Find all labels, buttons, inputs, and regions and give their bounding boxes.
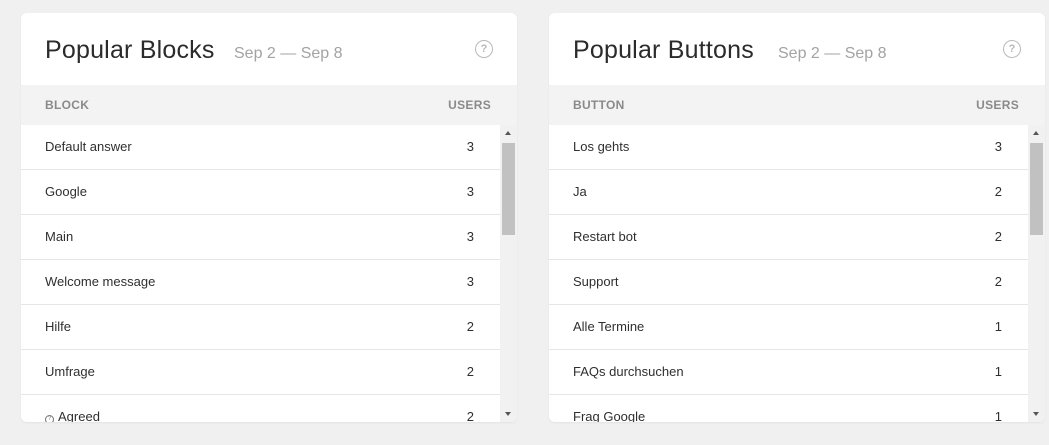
block-name: Default answer [45,139,132,154]
users-count: 1 [994,319,1002,334]
column-header-users[interactable]: USERS [976,98,1019,112]
block-name: Welcome message [45,274,156,289]
card-title: Popular Blocks [45,36,215,64]
users-count: 2 [994,184,1002,199]
button-name: Support [573,274,619,289]
card-header: Popular Buttons Sep 2 — Sep 8 ? [549,13,1045,85]
scroll-thumb[interactable] [502,143,515,235]
block-name: Umfrage [45,364,95,379]
block-name: Hilfe [45,319,72,334]
card-title: Popular Buttons [573,36,754,64]
help-icon[interactable]: ? [1003,40,1021,58]
users-count: 2 [466,319,474,334]
users-count: 3 [466,139,474,154]
date-range: Sep 2 — Sep 8 [234,45,343,62]
block-name: Main [45,229,74,244]
table-body: Default answer 3 Google 3 Main 3 Welcome… [21,125,500,422]
table-row[interactable]: Restart bot 2 [549,215,1028,260]
users-count: 2 [994,274,1002,289]
card-header: Popular Blocks Sep 2 — Sep 8 ? [21,13,517,85]
table-row[interactable]: Hilfe 2 [21,305,500,350]
table-header: BLOCK USERS [21,85,517,125]
users-count: 3 [994,139,1002,154]
button-name: FAQs durchsuchen [573,364,684,379]
button-name: Ja [573,184,587,199]
block-name: Google [45,184,87,199]
scroll-up-arrow-icon[interactable] [505,131,511,135]
scroll-thumb[interactable] [1030,143,1043,235]
scroll-down-arrow-icon[interactable] [505,412,511,416]
users-count: 2 [994,229,1002,244]
table-row[interactable]: Google 3 [21,170,500,215]
block-name: ? Agreed [45,409,100,422]
circle-question-icon: ? [45,415,54,422]
table-header: BUTTON USERS [549,85,1045,125]
help-icon[interactable]: ? [475,40,493,58]
users-count: 2 [466,364,474,379]
column-header-block[interactable]: BLOCK [45,98,89,112]
table-row[interactable]: Welcome message 3 [21,260,500,305]
users-count: 3 [466,229,474,244]
table-row[interactable]: Support 2 [549,260,1028,305]
table-row[interactable]: Default answer 3 [21,125,500,170]
users-count: 3 [466,184,474,199]
table-row[interactable]: ? Agreed 2 [21,395,500,422]
table-row[interactable]: Umfrage 2 [21,350,500,395]
users-count: 3 [466,274,474,289]
table-row[interactable]: FAQs durchsuchen 1 [549,350,1028,395]
vertical-scrollbar[interactable] [500,125,517,422]
button-name: Frag Google [573,409,646,422]
table-row[interactable]: Frag Google 1 [549,395,1028,422]
scroll-down-arrow-icon[interactable] [1033,412,1039,416]
button-name: Los gehts [573,139,630,154]
table-row[interactable]: Main 3 [21,215,500,260]
users-count: 2 [466,409,474,422]
table-body: Los gehts 3 Ja 2 Restart bot 2 Support 2… [549,125,1028,422]
scroll-up-arrow-icon[interactable] [1033,131,1039,135]
block-name-text: Agreed [58,409,100,422]
table-row[interactable]: Alle Termine 1 [549,305,1028,350]
date-range: Sep 2 — Sep 8 [778,45,887,62]
table-row[interactable]: Los gehts 3 [549,125,1028,170]
vertical-scrollbar[interactable] [1028,125,1045,422]
table-row[interactable]: Ja 2 [549,170,1028,215]
popular-blocks-card: Popular Blocks Sep 2 — Sep 8 ? BLOCK USE… [21,13,517,422]
popular-buttons-card: Popular Buttons Sep 2 — Sep 8 ? BUTTON U… [549,13,1045,422]
column-header-users[interactable]: USERS [448,98,491,112]
button-name: Restart bot [573,229,637,244]
users-count: 1 [994,364,1002,379]
column-header-button[interactable]: BUTTON [573,98,625,112]
users-count: 1 [994,409,1002,422]
button-name: Alle Termine [573,319,645,334]
